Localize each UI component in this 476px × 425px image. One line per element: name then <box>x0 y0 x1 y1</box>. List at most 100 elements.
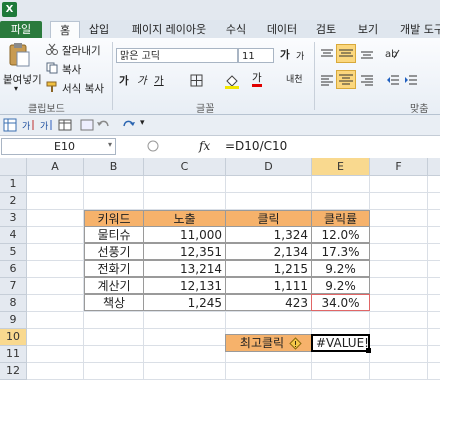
tab-formulas[interactable]: 수식 <box>222 21 250 38</box>
table-cell[interactable]: 2,134 <box>225 243 312 260</box>
table-cell[interactable]: 423 <box>225 294 312 311</box>
table-cell[interactable]: 12,351 <box>143 243 226 260</box>
column-header-e[interactable]: E <box>312 158 370 176</box>
decrease-indent-icon[interactable] <box>386 74 400 89</box>
table-cell[interactable]: 1,215 <box>225 260 312 277</box>
table-cell[interactable]: 9.2% <box>311 260 370 277</box>
table-cell[interactable]: 11,000 <box>143 226 226 243</box>
table-cell[interactable]: 전화기 <box>84 260 144 277</box>
tab-data[interactable]: 데이터 <box>262 21 302 38</box>
table-cell[interactable]: 선풍기 <box>84 243 144 260</box>
row-header-6[interactable]: 6 <box>0 261 27 278</box>
grow-font-button[interactable]: 가 <box>280 47 290 62</box>
table-header-ctr[interactable]: 클릭률 <box>311 210 370 227</box>
table-cell[interactable]: 책상 <box>84 294 144 311</box>
tab-page-layout[interactable]: 페이지 레이아웃 <box>124 21 214 38</box>
copy-button[interactable]: 복사 <box>62 62 81 77</box>
highlighted-max-ctr-cell[interactable]: 34.0% <box>311 294 370 311</box>
row-header-12[interactable]: 12 <box>0 363 27 380</box>
bold-button[interactable]: 가 <box>119 73 129 88</box>
error-warning-icon[interactable]: ! <box>289 337 302 353</box>
table-cell[interactable]: 1,111 <box>225 277 312 294</box>
font-size-combo[interactable]: 11 <box>238 48 274 63</box>
sort-ascending-icon[interactable]: 가 <box>22 118 36 135</box>
format-painter-icon[interactable] <box>46 81 58 96</box>
increase-indent-icon[interactable] <box>404 74 418 89</box>
phonetic-button[interactable]: 내천 <box>286 72 303 85</box>
tab-file[interactable]: 파일 <box>0 21 42 38</box>
table-cell[interactable]: 9.2% <box>311 277 370 294</box>
shrink-font-button[interactable]: 가 <box>296 49 304 62</box>
underline-button[interactable]: 가 <box>154 73 164 88</box>
row-header-4[interactable]: 4 <box>0 227 27 244</box>
align-right-icon[interactable] <box>360 74 374 89</box>
column-header-c[interactable]: C <box>144 158 226 176</box>
table-icon[interactable] <box>58 118 72 135</box>
table-cell[interactable]: 물티슈 <box>84 226 144 243</box>
copy-icon[interactable] <box>46 62 58 77</box>
align-top-icon[interactable] <box>320 48 334 63</box>
orientation-icon[interactable]: ab <box>384 46 400 63</box>
column-header-b[interactable]: B <box>84 158 144 176</box>
row-header-3[interactable]: 3 <box>0 210 27 227</box>
row-header-8[interactable]: 8 <box>0 295 27 312</box>
column-header-g[interactable] <box>428 158 440 176</box>
paste-button[interactable]: 붙여넣기 <box>3 72 42 87</box>
tab-insert[interactable]: 삽입 <box>84 21 114 38</box>
row-header-5[interactable]: 5 <box>0 244 27 261</box>
cut-button[interactable]: 잘라내기 <box>62 43 101 58</box>
align-middle-button[interactable] <box>336 44 356 63</box>
format-painter-button[interactable]: 서식 복사 <box>62 81 104 96</box>
row-header-11[interactable]: 11 <box>0 346 27 363</box>
name-box[interactable]: E10 <box>1 138 116 155</box>
cancel-formula-icon[interactable] <box>146 139 160 156</box>
cut-icon[interactable] <box>46 43 58 58</box>
italic-button[interactable]: 가 <box>137 73 147 88</box>
font-name-combo[interactable]: 맑은 고딕 <box>116 48 238 63</box>
table-cell[interactable]: 17.3% <box>311 243 370 260</box>
row-header-2[interactable]: 2 <box>0 193 27 210</box>
font-color-button[interactable]: 가 <box>252 72 262 87</box>
name-box-dropdown-icon[interactable]: ▾ <box>108 140 112 149</box>
select-all-corner[interactable] <box>0 158 27 176</box>
row-header-9[interactable]: 9 <box>0 312 27 329</box>
column-header-d[interactable]: D <box>226 158 312 176</box>
tab-home[interactable]: 홈 <box>50 21 80 39</box>
align-left-icon[interactable] <box>320 74 334 89</box>
table-cell[interactable]: 12,131 <box>143 277 226 294</box>
column-header-f[interactable]: F <box>370 158 428 176</box>
table-header-keyword[interactable]: 키워드 <box>84 210 144 227</box>
borders-icon[interactable] <box>190 74 203 90</box>
fill-color-icon[interactable] <box>224 73 240 92</box>
qat-customize-icon[interactable]: ▾ <box>140 118 145 128</box>
form-icon[interactable] <box>80 118 94 135</box>
table-cell[interactable]: 계산기 <box>84 277 144 294</box>
align-bottom-icon[interactable] <box>360 48 374 63</box>
table-cell[interactable]: 12.0% <box>311 226 370 243</box>
column-header-a[interactable]: A <box>27 158 84 176</box>
tab-view[interactable]: 보기 <box>354 21 382 38</box>
group-divider <box>314 42 315 110</box>
insert-function-button[interactable]: fx <box>199 139 210 153</box>
paste-dropdown-icon[interactable]: ▾ <box>14 84 18 93</box>
align-center-button[interactable] <box>336 70 356 89</box>
table-cell[interactable]: 1,324 <box>225 226 312 243</box>
tab-review[interactable]: 검토 <box>312 21 340 38</box>
undo-icon[interactable] <box>96 119 110 134</box>
formula-input[interactable]: =D10/C10 <box>225 139 287 153</box>
row-header-10[interactable]: 10 <box>0 329 27 346</box>
table-cell[interactable]: 1,245 <box>143 294 226 311</box>
paste-icon[interactable] <box>8 42 30 68</box>
table-header-impressions[interactable]: 노출 <box>143 210 226 227</box>
alignment-group-label: 맞춤 <box>410 104 429 115</box>
table-header-clicks[interactable]: 클릭 <box>225 210 312 227</box>
row-header-7[interactable]: 7 <box>0 278 27 295</box>
row-header-1[interactable]: 1 <box>0 176 27 193</box>
fill-handle[interactable] <box>366 348 371 353</box>
redo-icon[interactable] <box>122 119 136 134</box>
summary-value-cell[interactable]: #VALUE! <box>311 334 370 352</box>
table-cell[interactable]: 13,214 <box>143 260 226 277</box>
sort-descending-icon[interactable]: 가 <box>40 118 54 135</box>
sort-icon[interactable] <box>3 118 17 135</box>
tab-developer[interactable]: 개발 도구 <box>392 21 440 38</box>
